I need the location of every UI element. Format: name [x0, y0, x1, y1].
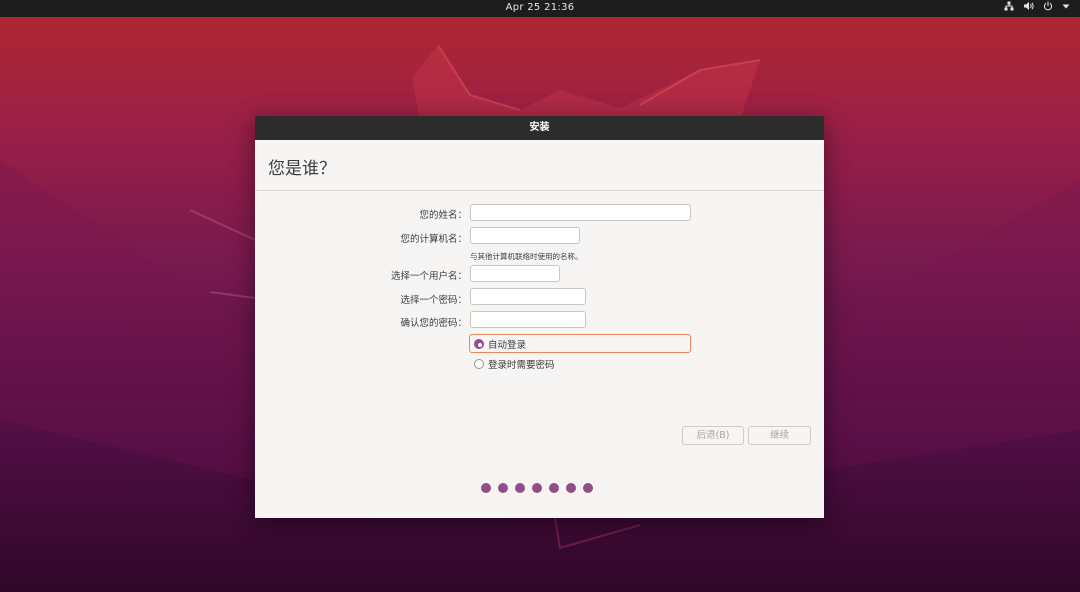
progress-dots [481, 483, 593, 493]
name-field[interactable] [470, 204, 691, 221]
progress-dot [498, 483, 508, 493]
computer-name-field[interactable] [470, 227, 580, 244]
progress-dot [549, 483, 559, 493]
password-label: 选择一个密码： [400, 295, 467, 306]
computer-name-hint: 与其他计算机联络时使用的名称。 [470, 252, 583, 261]
name-label: 您的姓名： [419, 210, 467, 221]
page-title: 您是谁？ [268, 159, 336, 179]
volume-icon[interactable] [1023, 1, 1034, 16]
continue-button[interactable]: 继续 [748, 426, 811, 445]
progress-dot [515, 483, 525, 493]
progress-dot [481, 483, 491, 493]
radio-checked-icon[interactable] [474, 338, 484, 349]
require-password-option[interactable]: 登录时需要密码 [469, 354, 555, 373]
progress-dot [532, 483, 542, 493]
back-button[interactable]: 后退(B) [682, 426, 744, 445]
progress-dot [566, 483, 576, 493]
menu-arrow-icon[interactable] [1062, 1, 1070, 16]
auto-login-label: 自动登录 [488, 339, 527, 351]
window-title[interactable]: 安装 [255, 116, 824, 140]
username-field[interactable] [470, 265, 560, 282]
username-label: 选择一个用户名： [390, 271, 467, 282]
require-password-label: 登录时需要密码 [488, 359, 555, 371]
clock[interactable]: Apr 25 21:36 [0, 2, 1080, 13]
system-tray[interactable] [1004, 1, 1070, 16]
password-field[interactable] [470, 288, 586, 305]
power-icon[interactable] [1043, 1, 1053, 16]
radio-unchecked-icon[interactable] [474, 358, 484, 369]
confirm-password-field[interactable] [470, 311, 586, 328]
auto-login-option[interactable]: 自动登录 [469, 334, 691, 353]
divider [255, 190, 824, 191]
top-panel: Apr 25 21:36 [0, 0, 1080, 17]
confirm-password-label: 确认您的密码： [400, 318, 467, 329]
progress-dot [583, 483, 593, 493]
network-icon[interactable] [1004, 1, 1014, 16]
installer-window: 安装 您是谁？ 您的姓名： 您的计算机名： 与其他计算机联络时使用的名称。 选择… [255, 116, 824, 518]
computer-name-label: 您的计算机名： [400, 234, 467, 245]
